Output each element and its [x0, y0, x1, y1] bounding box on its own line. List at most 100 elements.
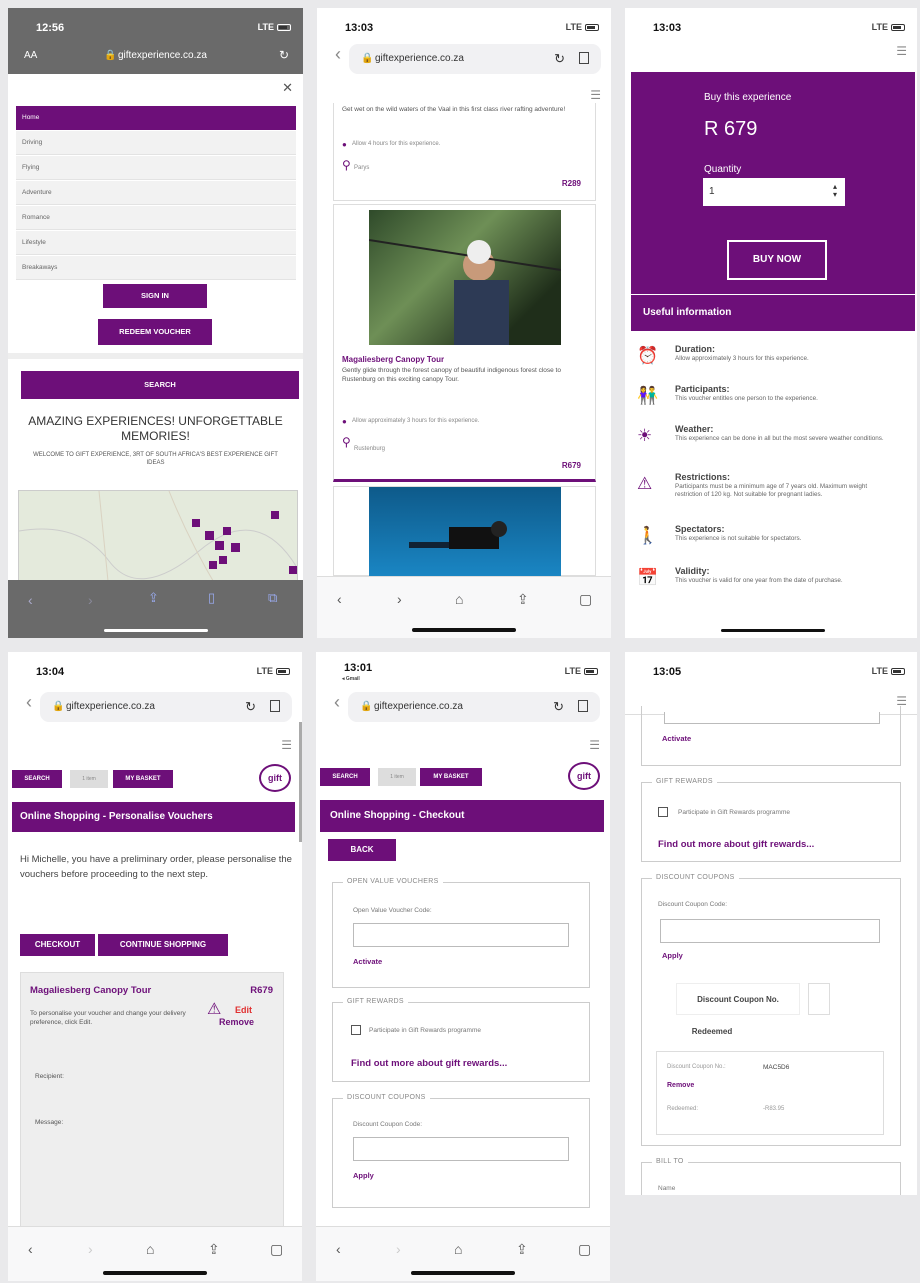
remove-link[interactable]: Remove	[219, 1017, 254, 1027]
url-bar[interactable]: ‹ 🔒 giftexperience.co.za ↻	[335, 44, 601, 74]
coupon-code-input[interactable]	[660, 919, 880, 943]
tabs-icon[interactable]: ▢	[270, 1241, 283, 1258]
gift-rewards-label: Participate in Gift Rewards programme	[678, 809, 790, 816]
reload-icon[interactable]: ↻	[245, 699, 256, 715]
bookmark-icon[interactable]	[270, 700, 280, 712]
forward-arrow-icon[interactable]: ›	[88, 592, 93, 608]
reload-icon[interactable]: ↻	[553, 699, 564, 715]
menu-item[interactable]: Driving	[16, 131, 296, 155]
redeem-voucher-button[interactable]: REDEEM VOUCHER	[98, 319, 212, 345]
forward-arrow-icon[interactable]: ›	[88, 1241, 93, 1257]
info-title: Weather:	[675, 424, 714, 434]
stepper-arrows-icon[interactable]: ▴ ▾	[833, 183, 837, 199]
section-legend: GIFT REWARDS	[652, 778, 717, 785]
back-arrow-icon[interactable]: ‹	[334, 692, 340, 713]
coupon-code-value: MAC5D6	[763, 1064, 790, 1071]
hamburger-icon[interactable]: ☰	[590, 88, 601, 102]
forward-arrow-icon[interactable]: ›	[397, 591, 402, 607]
menu-item[interactable]: Lifestyle	[16, 231, 296, 255]
home-icon[interactable]: ⌂	[146, 1241, 154, 1257]
close-menu-icon[interactable]: ✕	[282, 80, 293, 96]
edit-link[interactable]: Edit	[235, 1005, 252, 1015]
warning-icon: ⚠	[637, 474, 653, 493]
voucher-code-label: Open Value Voucher Code:	[353, 907, 432, 914]
apply-link[interactable]: Apply	[662, 951, 683, 960]
share-icon[interactable]: ⇪	[208, 1241, 220, 1258]
continue-shopping-button[interactable]: CONTINUE SHOPPING	[98, 934, 228, 956]
discount-coupons-section: DISCOUNT COUPONS Discount Coupon Code: A…	[641, 874, 901, 1146]
reload-icon[interactable]: ↻	[279, 48, 289, 62]
bookmark-icon[interactable]	[579, 52, 589, 64]
menu-item[interactable]: Romance	[16, 206, 296, 230]
back-arrow-icon[interactable]: ‹	[337, 591, 342, 607]
gift-rewards-checkbox[interactable]	[351, 1025, 361, 1035]
signal-indicator: LTE	[256, 666, 273, 676]
tabs-icon[interactable]: ⧉	[268, 590, 277, 606]
gift-rewards-link[interactable]: Find out more about gift rewards...	[351, 1058, 507, 1069]
coupon-code-input[interactable]	[353, 1137, 569, 1161]
activate-link[interactable]: Activate	[662, 734, 691, 743]
checkout-button[interactable]: CHECKOUT	[20, 934, 95, 956]
home-indicator	[412, 628, 516, 632]
hamburger-icon[interactable]: ☰	[896, 44, 907, 58]
map[interactable]	[18, 490, 298, 590]
signal-indicator: LTE	[257, 22, 274, 32]
back-arrow-icon[interactable]: ‹	[26, 692, 32, 713]
remove-coupon-link[interactable]: Remove	[667, 1082, 694, 1089]
forward-arrow-icon[interactable]: ›	[396, 1241, 401, 1257]
home-icon[interactable]: ⌂	[454, 1241, 462, 1257]
scrollbar[interactable]	[299, 722, 302, 842]
experience-card[interactable]: Magaliesberg Canopy Tour Gently glide th…	[333, 204, 596, 482]
hamburger-icon[interactable]: ☰	[281, 738, 292, 752]
item-price: R679	[250, 985, 273, 996]
card-title[interactable]: Magaliesberg Canopy Tour	[342, 355, 444, 364]
search-button[interactable]: SEARCH	[12, 770, 62, 788]
share-icon[interactable]: ⇪	[148, 590, 159, 606]
url-text: giftexperience.co.za	[374, 701, 463, 712]
voucher-code-input[interactable]	[664, 712, 880, 724]
gift-rewards-link[interactable]: Find out more about gift rewards...	[658, 839, 814, 850]
buy-label: Buy this experience	[704, 92, 792, 103]
menu-item[interactable]: Home	[16, 106, 296, 130]
url-text: giftexperience.co.za	[118, 50, 207, 61]
share-icon[interactable]: ⇪	[517, 591, 529, 608]
search-button[interactable]: SEARCH	[320, 768, 370, 786]
gift-rewards-checkbox[interactable]	[658, 807, 668, 817]
experience-card-top[interactable]: Get wet on the wild waters of the Vaal i…	[333, 103, 596, 201]
quantity-stepper[interactable]: 1 ▴ ▾	[703, 178, 845, 206]
experience-card-next[interactable]	[333, 486, 596, 577]
bookmark-icon[interactable]	[578, 700, 588, 712]
url-bar[interactable]: ‹ 🔒 giftexperience.co.za ↻	[26, 692, 292, 722]
phone-5-checkout: 13:01 ◂ Gmail LTE ‹ 🔒 giftexperience.co.…	[316, 652, 610, 1281]
gift-logo[interactable]: gift	[568, 762, 600, 790]
my-basket-button[interactable]: MY BASKET	[113, 770, 173, 788]
url-bar[interactable]: AA 🔒 giftexperience.co.za ↻	[14, 44, 297, 68]
apply-link[interactable]: Apply	[353, 1171, 374, 1180]
reload-icon[interactable]: ↻	[554, 51, 565, 67]
back-to-gmail-link[interactable]: ◂ Gmail	[342, 676, 360, 682]
menu-item[interactable]: Flying	[16, 156, 296, 180]
share-icon[interactable]: ⇪	[516, 1241, 528, 1258]
bookmarks-icon[interactable]: ▯	[208, 590, 215, 606]
menu-item[interactable]: Breakaways	[16, 256, 296, 280]
activate-link[interactable]: Activate	[353, 957, 382, 966]
url-bar[interactable]: ‹ 🔒 giftexperience.co.za ↻	[334, 692, 600, 722]
tabs-icon[interactable]: ▢	[579, 591, 592, 608]
home-icon[interactable]: ⌂	[455, 591, 463, 607]
back-arrow-icon[interactable]: ‹	[336, 1241, 341, 1257]
gift-logo[interactable]: gift	[259, 764, 291, 792]
back-arrow-icon[interactable]: ‹	[28, 1241, 33, 1257]
back-arrow-icon[interactable]: ‹	[28, 592, 33, 608]
card-description: Get wet on the wild waters of the Vaal i…	[342, 106, 566, 113]
buy-now-button[interactable]: BUY NOW	[727, 240, 827, 280]
my-basket-button[interactable]: MY BASKET	[420, 768, 482, 786]
back-button[interactable]: BACK	[328, 839, 396, 861]
text-size-button[interactable]: AA	[24, 50, 37, 61]
voucher-code-input[interactable]	[353, 923, 569, 947]
sign-in-button[interactable]: SIGN IN	[103, 284, 207, 308]
menu-item[interactable]: Adventure	[16, 181, 296, 205]
tabs-icon[interactable]: ▢	[578, 1241, 591, 1258]
search-button[interactable]: SEARCH	[21, 371, 299, 399]
back-arrow-icon[interactable]: ‹	[335, 44, 341, 65]
hamburger-icon[interactable]: ☰	[589, 738, 600, 752]
